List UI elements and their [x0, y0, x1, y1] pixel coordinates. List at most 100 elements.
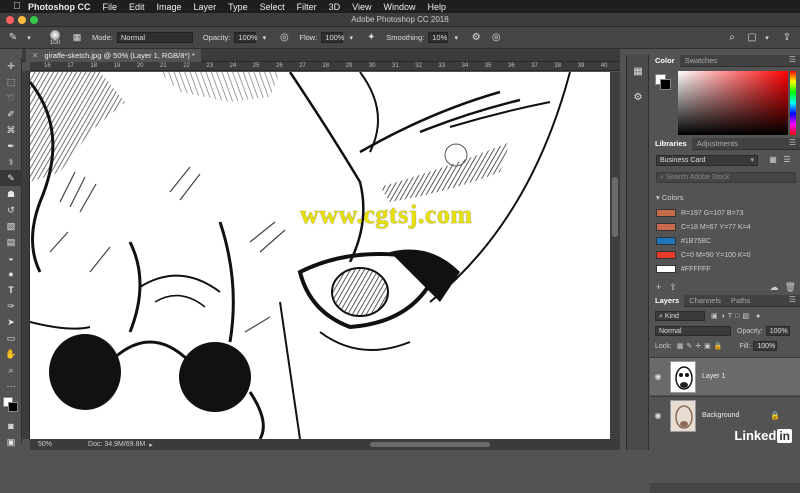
- cloud-sync-icon[interactable]: ☁: [770, 282, 779, 293]
- blur-tool-icon[interactable]: ◒: [0, 250, 22, 266]
- tab-swatches[interactable]: Swatches: [680, 55, 723, 67]
- crop-tool-icon[interactable]: ⌘: [0, 122, 22, 138]
- brush-settings-icon[interactable]: ▦: [70, 31, 84, 45]
- airbrush-icon[interactable]: ✦: [364, 31, 378, 45]
- vertical-scroll-thumb[interactable]: [612, 177, 618, 237]
- workspace-icon[interactable]: ▢: [745, 31, 759, 45]
- blend-mode-select[interactable]: Normal: [655, 326, 731, 336]
- panel-menu-icon[interactable]: ☰: [789, 138, 796, 147]
- lock-options-icons[interactable]: ▦✎✛▣🔒: [677, 342, 726, 350]
- gradient-tool-icon[interactable]: ▤: [0, 234, 22, 250]
- tab-adjustments[interactable]: Adjustments: [692, 138, 743, 150]
- properties-panel-icon[interactable]: ⚙: [627, 87, 649, 107]
- menu-app[interactable]: Photoshop CC: [28, 2, 91, 12]
- smoothing-dropdown-icon[interactable]: ▾: [449, 31, 463, 45]
- search-icon[interactable]: ⌕: [725, 31, 739, 45]
- path-selection-tool-icon[interactable]: ➤: [0, 314, 22, 330]
- eyedropper-tool-icon[interactable]: ✒: [0, 138, 22, 154]
- apple-icon[interactable]: : [12, 1, 22, 12]
- menu-view[interactable]: View: [352, 2, 371, 12]
- background-color-swatch[interactable]: [8, 402, 18, 412]
- menu-layer[interactable]: Layer: [194, 2, 217, 12]
- visibility-eye-icon[interactable]: ◉: [650, 411, 666, 420]
- fill-field[interactable]: 100%: [753, 341, 778, 351]
- workspace-dropdown-icon[interactable]: ▾: [760, 31, 774, 45]
- layer-name[interactable]: Layer 1: [702, 373, 725, 380]
- add-content-icon[interactable]: +: [656, 282, 661, 292]
- menu-edit[interactable]: Edit: [129, 2, 145, 12]
- history-brush-tool-icon[interactable]: ↺: [0, 202, 22, 218]
- document-canvas[interactable]: [30, 72, 610, 439]
- brush-preset-picker[interactable]: 100: [46, 29, 64, 46]
- tab-color[interactable]: Color: [650, 54, 680, 67]
- clone-stamp-tool-icon[interactable]: ☗: [0, 186, 22, 202]
- stock-search-input[interactable]: ⌕ Search Adobe Stock: [656, 172, 796, 183]
- brush-tool-icon[interactable]: ✎: [0, 170, 22, 186]
- type-tool-icon[interactable]: T: [0, 282, 22, 298]
- hue-slider[interactable]: [790, 71, 796, 135]
- healing-brush-tool-icon[interactable]: ⚕: [0, 154, 22, 170]
- quick-select-tool-icon[interactable]: ✐: [0, 106, 22, 122]
- opacity-field[interactable]: 100%: [234, 32, 258, 43]
- close-tab-icon[interactable]: ✕: [32, 51, 38, 60]
- layer-row-layer-1[interactable]: ◉ Layer 1: [650, 357, 800, 395]
- share-icon[interactable]: ⇪: [780, 31, 794, 45]
- vertical-ruler[interactable]: [22, 71, 30, 439]
- brush-tool-icon[interactable]: ✎: [6, 31, 20, 45]
- flow-field[interactable]: 100%: [321, 32, 344, 43]
- library-color-item[interactable]: R=197 G=107 B=73: [656, 208, 796, 218]
- menu-filter[interactable]: Filter: [297, 2, 317, 12]
- layer-opacity-field[interactable]: 100%: [765, 326, 790, 336]
- color-swatches[interactable]: [0, 394, 22, 418]
- library-color-item[interactable]: C=0 M=90 Y=100 K=0: [656, 250, 796, 260]
- smoothing-field[interactable]: 10%: [428, 32, 449, 43]
- panel-menu-icon[interactable]: ☰: [789, 55, 796, 64]
- menu-window[interactable]: Window: [383, 2, 415, 12]
- mode-select[interactable]: Normal: [116, 32, 193, 43]
- marquee-tool-icon[interactable]: ⬚: [0, 74, 22, 90]
- status-menu-icon[interactable]: ▸: [149, 441, 153, 449]
- filter-toggle-icon[interactable]: ●: [756, 313, 760, 320]
- layer-kind-filter[interactable]: ⌕ Kind: [655, 311, 705, 321]
- menu-type[interactable]: Type: [228, 2, 248, 12]
- color-spectrum-picker[interactable]: [678, 71, 788, 135]
- document-info[interactable]: Doc: 34.9M/69.8M: [88, 441, 145, 448]
- document-tab[interactable]: ✕ giraffe-sketch.jpg @ 50% (Layer 1, RGB…: [26, 49, 201, 62]
- layer-filter-icons[interactable]: ▣◑T□▧: [711, 312, 752, 320]
- tab-paths[interactable]: Paths: [726, 295, 755, 307]
- screen-mode-icon[interactable]: ▣: [0, 434, 22, 450]
- grid-view-icon[interactable]: ▦: [768, 155, 778, 165]
- list-view-icon[interactable]: ☰: [782, 155, 792, 165]
- horizontal-ruler[interactable]: 16 17 18 19 20 21 22 23 24 25 26 27 28 29 30 31 32 33 34 35…: [30, 62, 620, 71]
- zoom-level[interactable]: 50%: [38, 441, 52, 448]
- colors-section-header[interactable]: ▾ Colors: [656, 193, 684, 202]
- quick-mask-icon[interactable]: ◙: [0, 418, 22, 434]
- hand-tool-icon[interactable]: ✋: [0, 346, 22, 362]
- visibility-eye-icon[interactable]: ◉: [650, 372, 666, 381]
- menu-3d[interactable]: 3D: [329, 2, 341, 12]
- opacity-dropdown-icon[interactable]: ▾: [257, 31, 271, 45]
- vertical-scrollbar[interactable]: [610, 72, 620, 439]
- menu-image[interactable]: Image: [157, 2, 182, 12]
- panel-menu-icon[interactable]: ☰: [789, 295, 796, 304]
- more-tools-icon[interactable]: ⋯: [0, 378, 22, 394]
- upload-icon[interactable]: ⇪: [669, 282, 677, 293]
- horizontal-scroll-thumb[interactable]: [370, 442, 490, 447]
- pen-tool-icon[interactable]: ✑: [0, 298, 22, 314]
- dropdown-arrow-icon[interactable]: ▾: [22, 31, 36, 45]
- lasso-tool-icon[interactable]: ➰: [0, 90, 22, 106]
- dodge-tool-icon[interactable]: ●: [0, 266, 22, 282]
- lock-icon[interactable]: 🔒: [770, 411, 780, 420]
- background-color-swatch[interactable]: [660, 79, 671, 90]
- library-select[interactable]: Business Card ▾: [656, 155, 758, 166]
- menu-help[interactable]: Help: [427, 2, 446, 12]
- library-color-item[interactable]: C=18 M=67 Y=77 K=4: [656, 222, 796, 232]
- move-tool-icon[interactable]: ✛: [0, 58, 22, 74]
- layer-name[interactable]: Background: [702, 412, 739, 419]
- zoom-tool-icon[interactable]: ⌕: [0, 362, 22, 378]
- pressure-opacity-icon[interactable]: ◎: [277, 31, 291, 45]
- pressure-size-icon[interactable]: ◎: [489, 31, 503, 45]
- history-panel-icon[interactable]: ▦: [627, 61, 649, 81]
- flow-dropdown-icon[interactable]: ▾: [344, 31, 358, 45]
- library-color-item[interactable]: #FFFFFF: [656, 264, 796, 274]
